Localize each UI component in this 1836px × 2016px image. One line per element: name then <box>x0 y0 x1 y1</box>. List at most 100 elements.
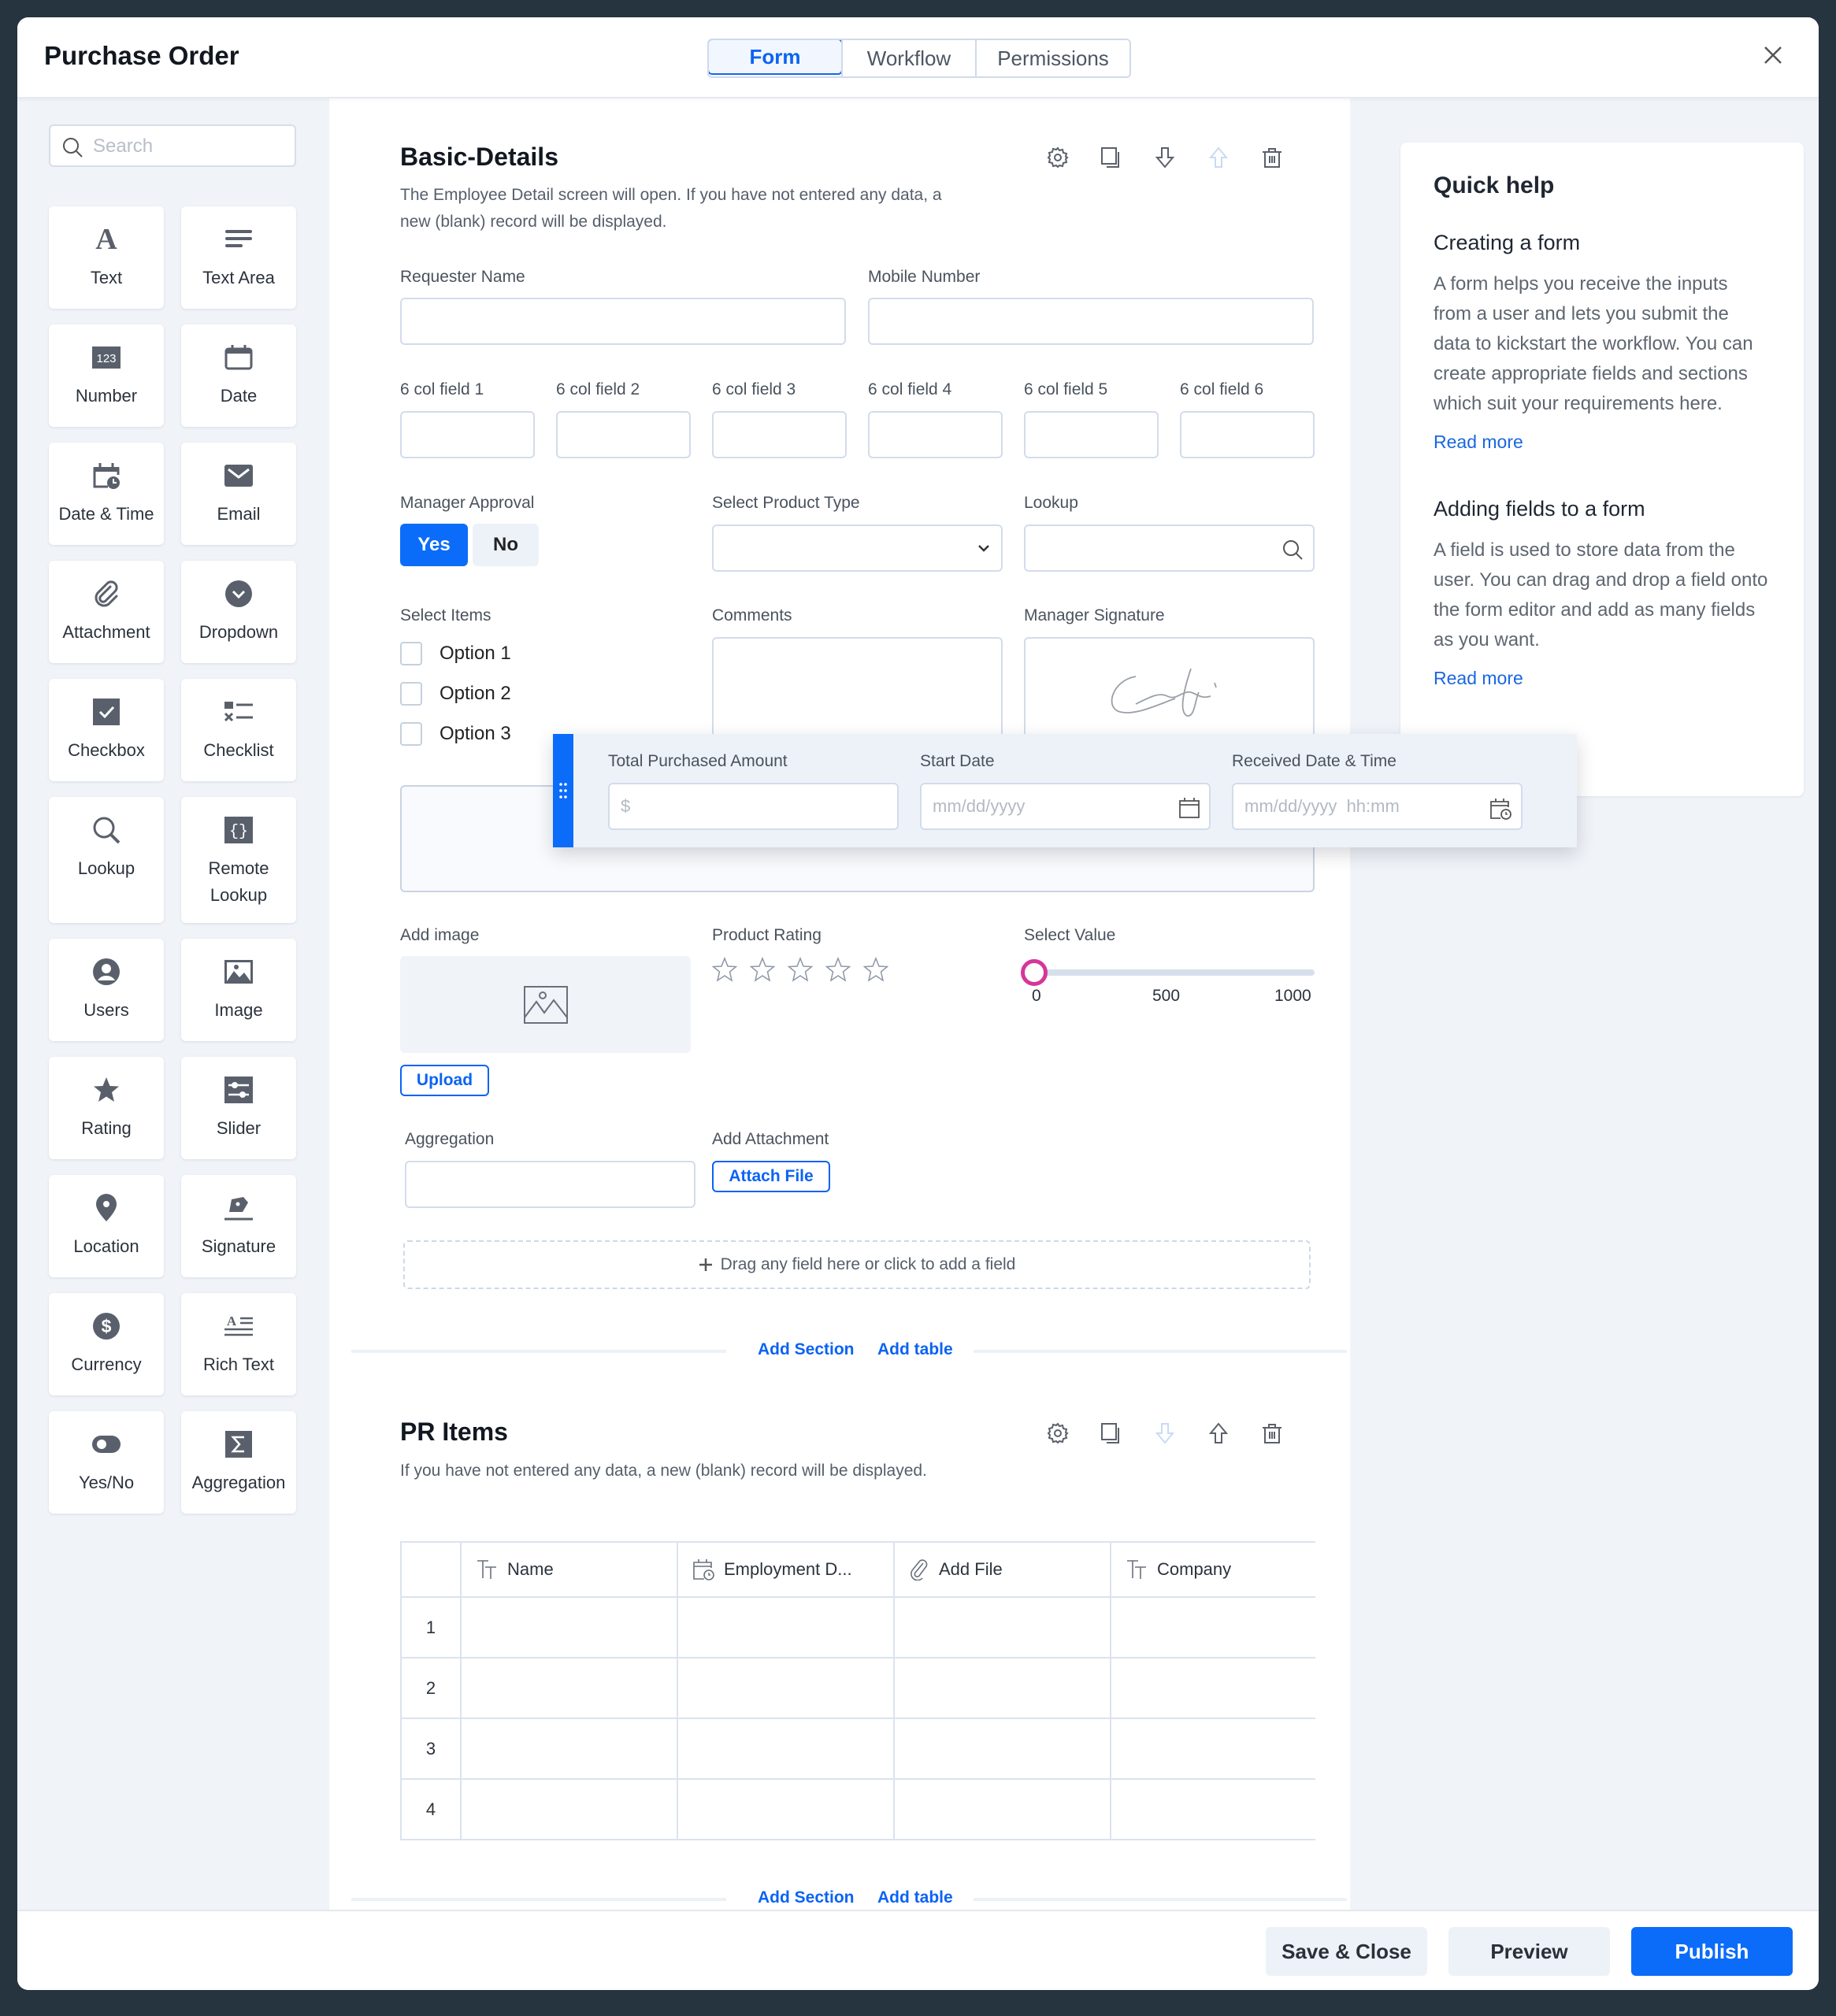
lookup-input[interactable] <box>1024 524 1315 572</box>
six-col-field-6[interactable] <box>1180 411 1315 458</box>
add-field-dropzone[interactable]: Drag any field here or click to add a fi… <box>403 1240 1311 1289</box>
palette-item-slider[interactable]: Slider <box>181 1057 296 1159</box>
table-cell[interactable] <box>893 1718 1111 1780</box>
image-placeholder[interactable] <box>400 956 691 1053</box>
drag-handle[interactable] <box>553 734 573 847</box>
table-cell[interactable] <box>893 1778 1111 1840</box>
palette-item-text[interactable]: A Text <box>49 206 164 309</box>
delete-button[interactable] <box>1260 1421 1284 1445</box>
palette-item-email[interactable]: Email <box>181 443 296 545</box>
palette-item-image[interactable]: Image <box>181 939 296 1041</box>
delete-button[interactable] <box>1260 146 1284 169</box>
table-cell[interactable] <box>893 1596 1111 1658</box>
palette-item-location[interactable]: Location <box>49 1175 164 1277</box>
start-date-field[interactable] <box>922 784 1209 828</box>
palette-search-input[interactable] <box>93 132 282 161</box>
palette-item-signature[interactable]: Signature <box>181 1175 296 1277</box>
total-purchased-amount-input[interactable] <box>608 783 899 830</box>
product-type-select[interactable] <box>712 524 1003 572</box>
table-cell[interactable] <box>893 1657 1111 1719</box>
table-cell[interactable] <box>460 1657 678 1719</box>
option-2-checkbox[interactable]: Option 2 <box>400 682 511 706</box>
slider-track[interactable] <box>1034 969 1315 976</box>
start-date-input[interactable] <box>920 783 1211 830</box>
checkbox-box[interactable] <box>400 642 422 665</box>
table-cell[interactable] <box>460 1596 678 1658</box>
attach-file-button[interactable]: Attach File <box>712 1161 830 1192</box>
palette-item-dropdown[interactable]: Dropdown <box>181 561 296 663</box>
rating-star-icon[interactable] <box>863 957 888 982</box>
received-date-time-input[interactable] <box>1232 783 1523 830</box>
palette-item-checklist[interactable]: Checklist <box>181 679 296 781</box>
table-cell[interactable] <box>460 1778 678 1840</box>
column-header-company[interactable]: Company <box>1110 1541 1315 1598</box>
table-cell[interactable] <box>677 1596 895 1658</box>
duplicate-button[interactable] <box>1100 1421 1123 1445</box>
six-col-field-5[interactable] <box>1024 411 1159 458</box>
move-down-button[interactable] <box>1153 146 1177 169</box>
table-cell[interactable] <box>1110 1778 1315 1840</box>
tab-permissions[interactable]: Permissions <box>975 40 1129 76</box>
close-button[interactable] <box>1759 41 1787 69</box>
mobile-number-input[interactable] <box>868 298 1314 345</box>
total-purchased-amount-field[interactable] <box>610 784 897 828</box>
palette-item-date-time[interactable]: Date & Time <box>49 443 164 545</box>
rating-star-icon[interactable] <box>712 957 737 982</box>
option-1-checkbox[interactable]: Option 1 <box>400 642 511 665</box>
add-table-link[interactable]: Add table <box>877 1888 953 1907</box>
tab-form[interactable]: Form <box>709 40 843 75</box>
move-up-button[interactable] <box>1207 1421 1230 1445</box>
palette-item-rich-text[interactable]: A Rich Text <box>181 1293 296 1395</box>
duplicate-button[interactable] <box>1100 146 1123 169</box>
checkbox-box[interactable] <box>400 722 422 746</box>
move-up-button[interactable] <box>1207 146 1230 169</box>
settings-button[interactable] <box>1046 1421 1070 1445</box>
upload-button[interactable]: Upload <box>400 1065 489 1096</box>
add-table-link[interactable]: Add table <box>877 1340 953 1359</box>
approval-yes-button[interactable]: Yes <box>400 524 468 566</box>
palette-item-checkbox[interactable]: Checkbox <box>49 679 164 781</box>
palette-item-aggregation[interactable]: Aggregation <box>181 1411 296 1514</box>
requester-name-input[interactable] <box>400 298 846 345</box>
read-more-link[interactable]: Read more <box>1434 432 1771 453</box>
palette-item-lookup[interactable]: Lookup <box>49 797 164 923</box>
palette-item-currency[interactable]: $ Currency <box>49 1293 164 1395</box>
table-cell[interactable] <box>677 1778 895 1840</box>
aggregation-input[interactable] <box>405 1161 695 1208</box>
column-header-name[interactable]: Name <box>460 1541 678 1598</box>
requester-name-field[interactable] <box>402 299 844 343</box>
tab-workflow[interactable]: Workflow <box>841 40 975 76</box>
rating-star-icon[interactable] <box>825 957 851 982</box>
palette-item-rating[interactable]: Rating <box>49 1057 164 1159</box>
preview-button[interactable]: Preview <box>1448 1927 1610 1976</box>
table-cell[interactable] <box>677 1657 895 1719</box>
palette-item-remote-lookup[interactable]: {} Remote Lookup <box>181 797 296 923</box>
palette-item-users[interactable]: Users <box>49 939 164 1041</box>
table-cell[interactable] <box>1110 1596 1315 1658</box>
dragged-field-row[interactable]: Total Purchased Amount Start Date Receiv… <box>553 734 1577 847</box>
six-col-field-3[interactable] <box>712 411 847 458</box>
approval-no-button[interactable]: No <box>473 524 539 566</box>
six-col-field-4[interactable] <box>868 411 1003 458</box>
table-cell[interactable] <box>677 1718 895 1780</box>
mobile-number-field[interactable] <box>870 299 1312 343</box>
six-col-field-2[interactable] <box>556 411 691 458</box>
read-more-link[interactable]: Read more <box>1434 668 1771 689</box>
six-col-field-1[interactable] <box>400 411 535 458</box>
option-3-checkbox[interactable]: Option 3 <box>400 722 511 746</box>
table-cell[interactable] <box>1110 1657 1315 1719</box>
settings-button[interactable] <box>1046 146 1070 169</box>
rating-star-icon[interactable] <box>750 957 775 982</box>
column-header-employment-date[interactable]: Employment D... <box>677 1541 895 1598</box>
rating-star-icon[interactable] <box>788 957 813 982</box>
palette-search[interactable] <box>49 124 296 167</box>
move-down-button[interactable] <box>1153 1421 1177 1445</box>
add-section-link[interactable]: Add Section <box>758 1340 855 1359</box>
save-close-button[interactable]: Save & Close <box>1266 1927 1427 1976</box>
received-date-time-field[interactable] <box>1233 784 1521 828</box>
column-header-add-file[interactable]: Add File <box>893 1541 1111 1598</box>
palette-item-yes-no[interactable]: Yes/No <box>49 1411 164 1514</box>
checkbox-box[interactable] <box>400 682 422 706</box>
publish-button[interactable]: Publish <box>1631 1927 1793 1976</box>
palette-item-number[interactable]: 123 Number <box>49 324 164 427</box>
